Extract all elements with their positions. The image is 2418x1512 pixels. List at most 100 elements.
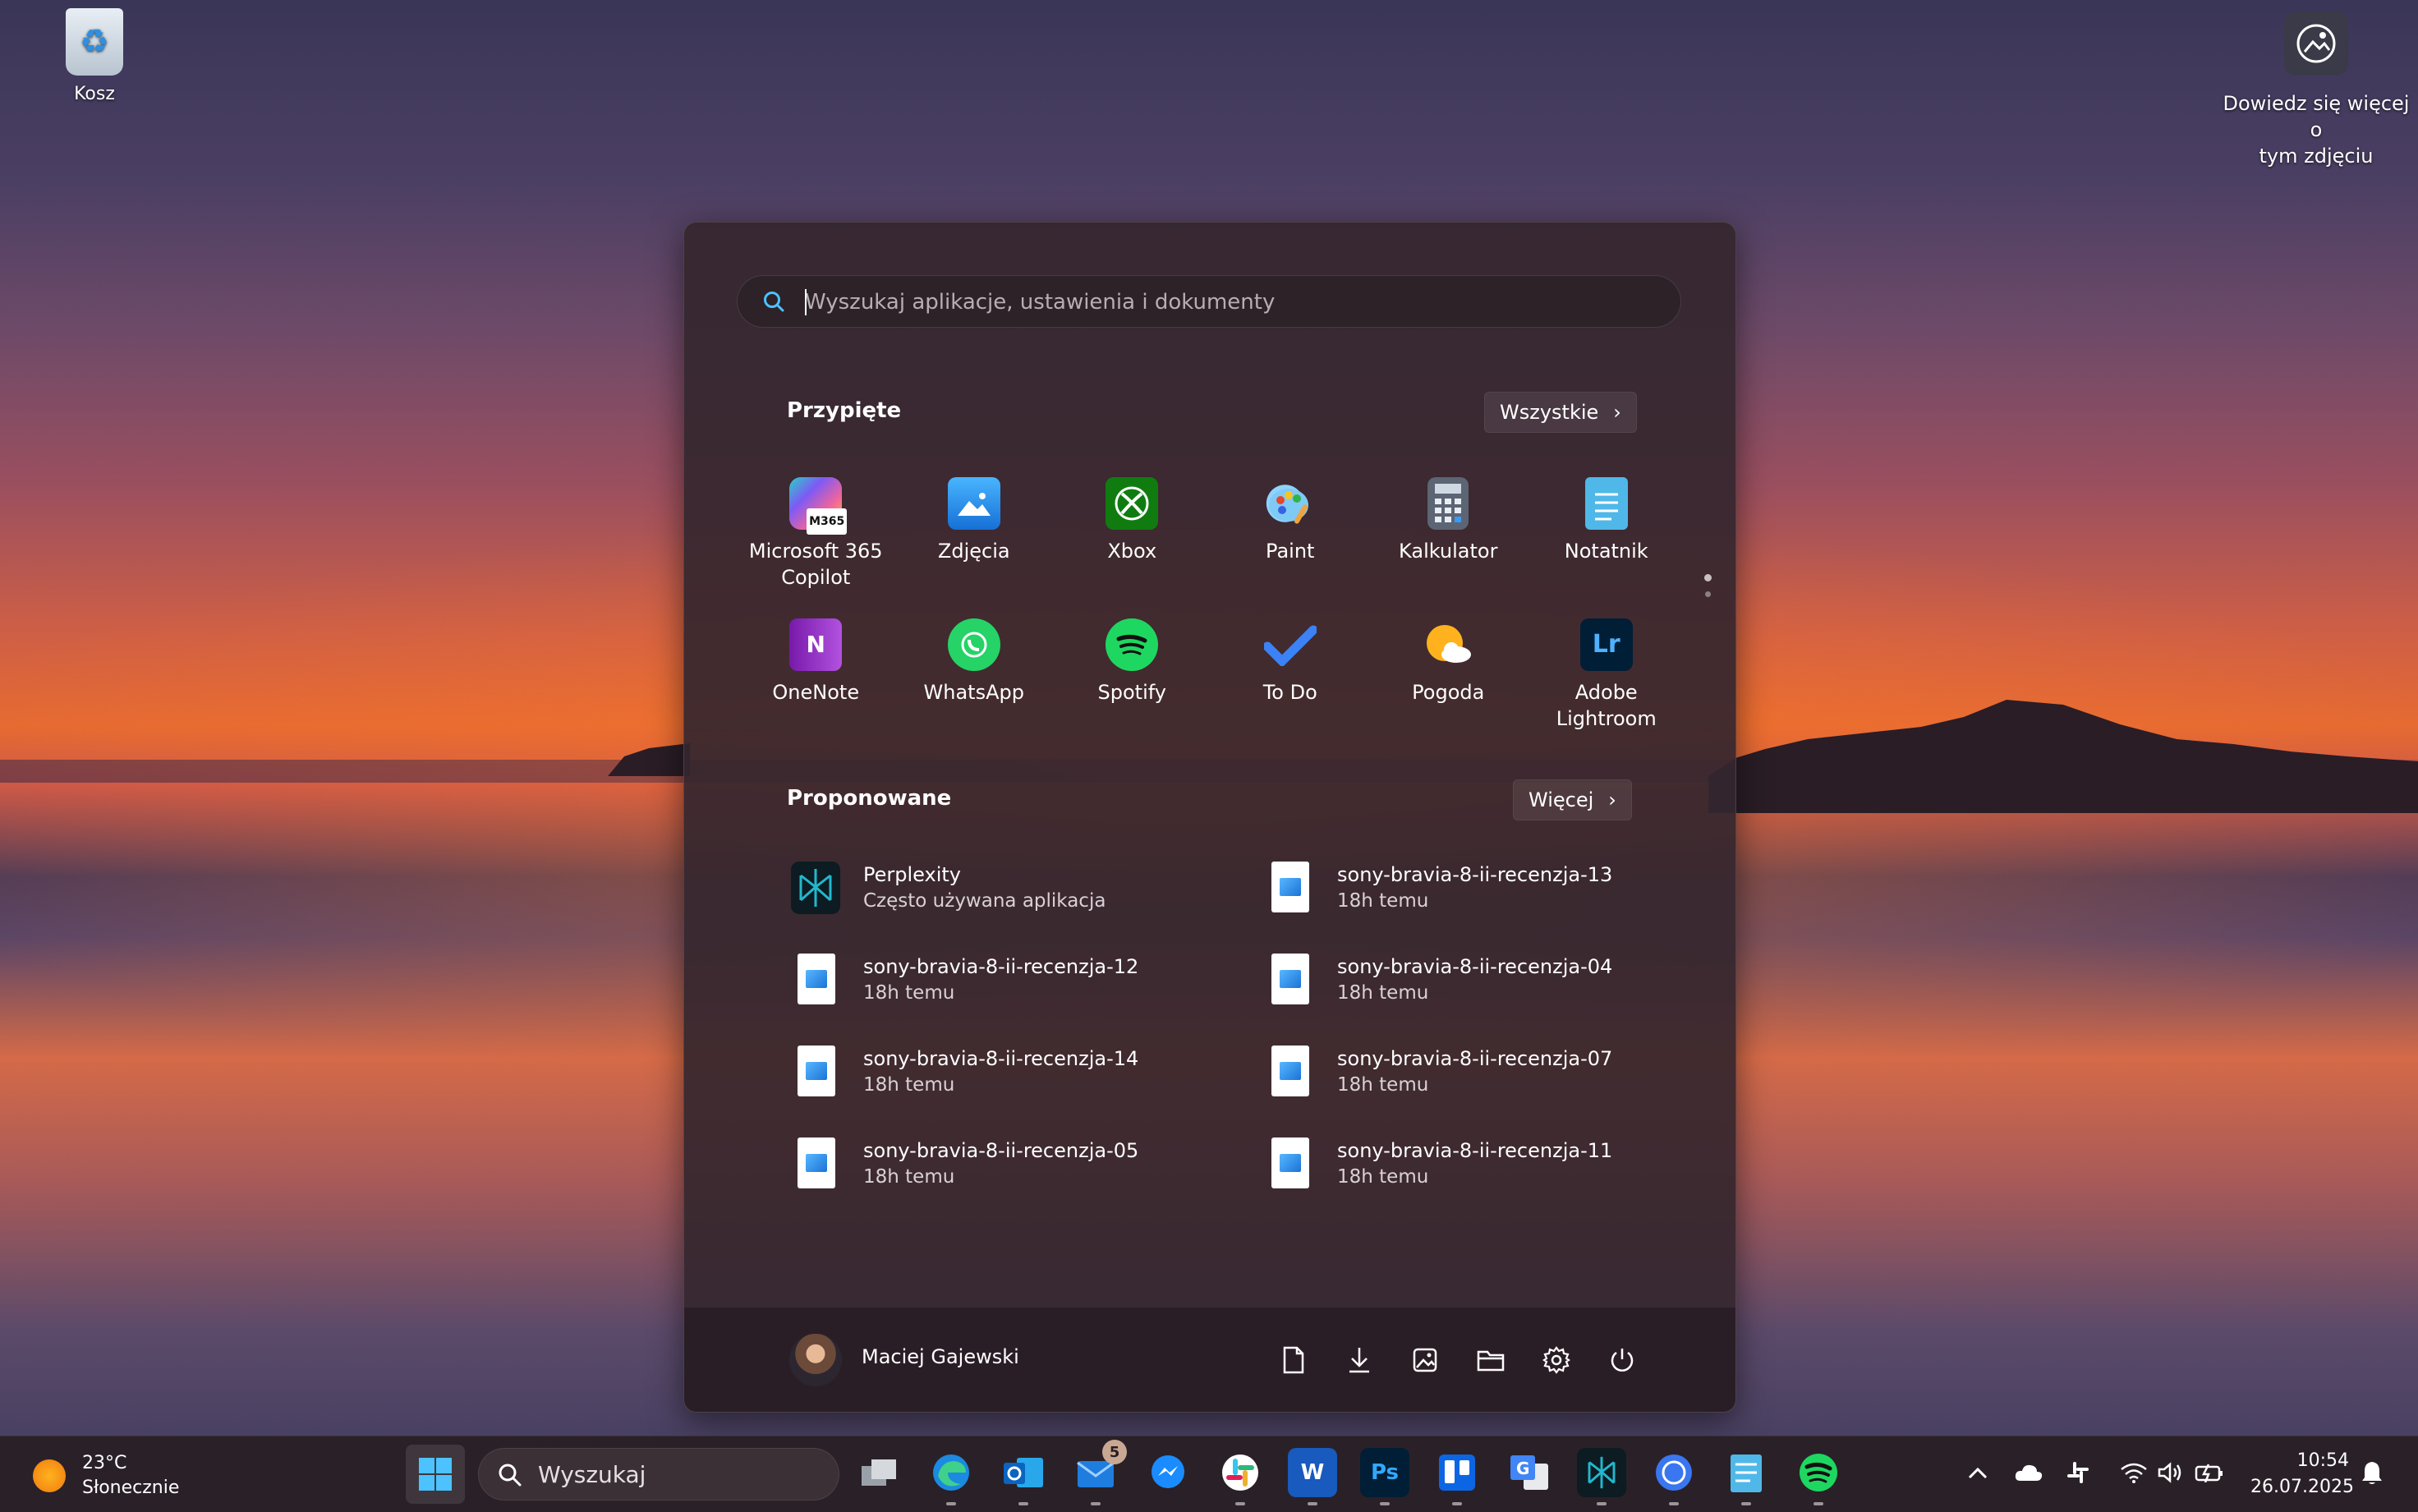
- all-apps-button[interactable]: Wszystkie ›: [1484, 392, 1637, 433]
- taskbar-app-signal[interactable]: [1649, 1448, 1699, 1505]
- paint-icon: [1263, 477, 1317, 530]
- image-file-icon: [791, 1137, 840, 1190]
- settings-button[interactable]: [1535, 1339, 1578, 1381]
- image-icon: [1413, 1348, 1437, 1372]
- taskbar-app-messenger[interactable]: [1143, 1448, 1193, 1497]
- volume-tray[interactable]: [2152, 1455, 2188, 1491]
- app-label: Microsoft 365: [748, 540, 883, 563]
- downloads-button[interactable]: [1338, 1339, 1381, 1381]
- documents-button[interactable]: [1272, 1339, 1315, 1381]
- taskbar-search[interactable]: Wyszukaj: [478, 1448, 839, 1501]
- running-indicator: [1814, 1502, 1823, 1505]
- chevron-right-icon: ›: [1613, 401, 1621, 424]
- taskbar-app-notepad[interactable]: [1722, 1448, 1771, 1505]
- weather-temperature: 23°C: [82, 1453, 127, 1473]
- wallpaper-silhouette: [1708, 700, 2418, 813]
- onenote-letter: N: [806, 631, 825, 658]
- pinned-app-weather[interactable]: Pogoda: [1369, 610, 1528, 735]
- taskbar: 23°C Słonecznie Wyszukaj 5 W Ps G 10:54 …: [0, 1436, 2418, 1512]
- onedrive-tray[interactable]: [2011, 1455, 2047, 1491]
- app-label: WhatsApp: [923, 681, 1024, 704]
- recommended-item[interactable]: sony-bravia-8-ii-recenzja-05 18h temu: [791, 1131, 1265, 1197]
- app-label: Zdjęcia: [937, 540, 1010, 563]
- clock[interactable]: 10:54 26.07.2025: [2250, 1448, 2354, 1501]
- pictures-button[interactable]: [1404, 1339, 1446, 1381]
- perplexity-icon: [1588, 1456, 1616, 1489]
- wifi-tray[interactable]: [2116, 1455, 2152, 1491]
- notifications-button[interactable]: [2354, 1455, 2390, 1491]
- image-file-icon: [1265, 954, 1314, 1006]
- page-dot-active: [1704, 574, 1712, 581]
- speaker-icon: [2158, 1462, 2181, 1483]
- app-label: Paint: [1266, 540, 1315, 563]
- more-button[interactable]: Więcej ›: [1513, 779, 1632, 820]
- recommended-item[interactable]: sony-bravia-8-ii-recenzja-12 18h temu: [791, 947, 1265, 1013]
- pinned-app-xbox[interactable]: Xbox: [1053, 469, 1211, 594]
- recommended-item[interactable]: sony-bravia-8-ii-recenzja-13 18h temu: [1265, 855, 1686, 921]
- learn-more-line2: tym zdjęciu: [2259, 145, 2374, 168]
- battery-tray[interactable]: [2191, 1455, 2227, 1491]
- taskbar-app-perplexity[interactable]: [1577, 1448, 1626, 1505]
- all-apps-label: Wszystkie: [1500, 401, 1599, 424]
- taskbar-app-slack[interactable]: [1216, 1448, 1265, 1505]
- show-hidden-icons-button[interactable]: [1960, 1455, 1996, 1491]
- pinned-apps-grid: M365 Microsoft 365 Copilot Zdjęcia Xbox …: [737, 469, 1685, 735]
- m365-copilot-icon: M365: [789, 477, 848, 535]
- running-indicator: [1235, 1502, 1245, 1505]
- file-explorer-button[interactable]: [1469, 1339, 1512, 1381]
- translate-icon: G: [1510, 1455, 1548, 1490]
- taskbar-app-word[interactable]: W: [1288, 1448, 1337, 1505]
- weather-description: Słonecznie: [82, 1478, 180, 1498]
- pinned-app-calculator[interactable]: Kalkulator: [1369, 469, 1528, 594]
- power-button[interactable]: [1601, 1339, 1643, 1381]
- text-caret: [805, 289, 807, 315]
- taskbar-app-photoshop[interactable]: Ps: [1360, 1448, 1409, 1505]
- taskbar-app-mail[interactable]: 5: [1071, 1440, 1127, 1505]
- spotify-icon: [1106, 618, 1159, 671]
- recommended-item[interactable]: Perplexity Często używana aplikacja: [791, 855, 1265, 921]
- running-indicator: [1452, 1502, 1462, 1505]
- pinned-app-photos[interactable]: Zdjęcia: [895, 469, 1054, 594]
- task-view-button[interactable]: [854, 1448, 903, 1497]
- page-indicator[interactable]: [1704, 574, 1712, 607]
- pinned-app-onenote[interactable]: N OneNote: [737, 610, 895, 735]
- image-file-icon: [1265, 862, 1314, 914]
- pinned-app-paint[interactable]: Paint: [1211, 469, 1370, 594]
- pinned-app-whatsapp[interactable]: WhatsApp: [895, 610, 1054, 735]
- start-button[interactable]: [406, 1445, 465, 1504]
- search-icon: [764, 292, 784, 312]
- battery-charging-icon: [2195, 1464, 2223, 1482]
- learn-about-picture-desktop-icon[interactable]: Dowiedz się więcej o tym zdjęciu: [2218, 11, 2415, 169]
- running-indicator: [946, 1502, 956, 1505]
- image-file-icon: [791, 954, 840, 1006]
- user-name[interactable]: Maciej Gajewski: [862, 1345, 1019, 1368]
- taskbar-app-spotify[interactable]: [1794, 1448, 1843, 1505]
- app-label-line2: Lightroom: [1556, 707, 1657, 730]
- pinned-app-m365-copilot[interactable]: M365 Microsoft 365 Copilot: [737, 469, 895, 594]
- taskbar-app-translate[interactable]: G: [1505, 1448, 1554, 1497]
- start-menu: Przypięte Wszystkie › M365 Microsoft 365…: [683, 222, 1736, 1413]
- recommended-item[interactable]: sony-bravia-8-ii-recenzja-11 18h temu: [1265, 1131, 1686, 1197]
- search-icon: [499, 1464, 522, 1487]
- start-search-input[interactable]: [803, 276, 1661, 329]
- recommended-item[interactable]: sony-bravia-8-ii-recenzja-14 18h temu: [791, 1039, 1265, 1105]
- lightroom-letters: Lr: [1592, 630, 1620, 659]
- pinned-app-todo[interactable]: To Do: [1211, 610, 1370, 735]
- weather-widget[interactable]: 23°C Słonecznie: [33, 1451, 179, 1501]
- recommended-item-subtitle: 18h temu: [1337, 1074, 1429, 1096]
- camera-info-icon: [2284, 11, 2348, 76]
- recommended-item[interactable]: sony-bravia-8-ii-recenzja-04 18h temu: [1265, 947, 1686, 1013]
- pinned-app-notepad[interactable]: Notatnik: [1528, 469, 1686, 594]
- recommended-item[interactable]: sony-bravia-8-ii-recenzja-07 18h temu: [1265, 1039, 1686, 1105]
- taskbar-app-edge[interactable]: [926, 1448, 976, 1505]
- pinned-app-spotify[interactable]: Spotify: [1053, 610, 1211, 735]
- taskbar-app-trello[interactable]: [1432, 1448, 1482, 1505]
- taskbar-app-outlook[interactable]: [999, 1448, 1048, 1505]
- recommended-item-name: sony-bravia-8-ii-recenzja-04: [1337, 955, 1613, 978]
- pinned-app-lightroom[interactable]: Lr Adobe Lightroom: [1528, 610, 1686, 735]
- recycle-bin-desktop-icon[interactable]: Kosz: [49, 8, 140, 104]
- todo-icon: [1263, 618, 1317, 671]
- avatar[interactable]: [789, 1334, 842, 1386]
- slack-tray[interactable]: [2060, 1455, 2096, 1491]
- start-search-box[interactable]: [737, 275, 1681, 329]
